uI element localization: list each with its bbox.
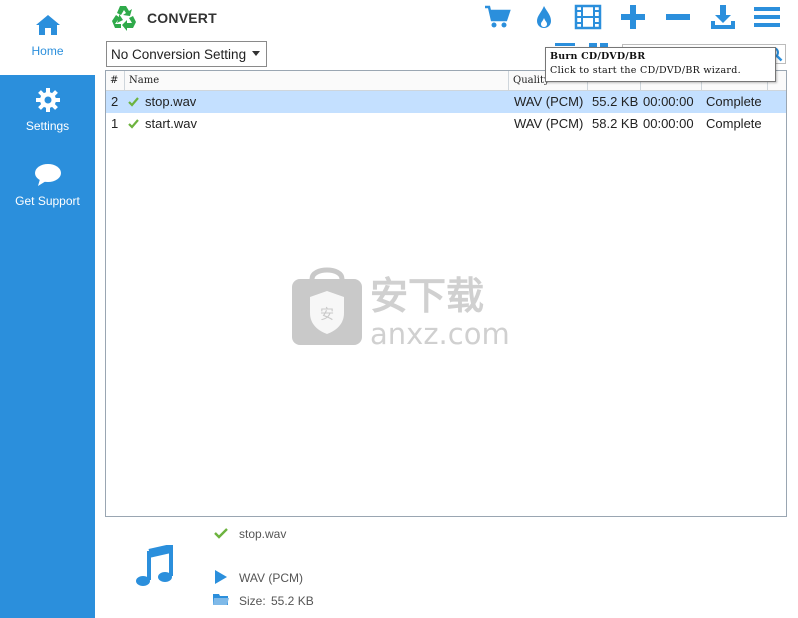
tooltip-text: Click to start the CD/DVD/BR wizard. [550,65,741,76]
burn-tooltip: Burn CD/DVD/BR Click to start the CD/DVD… [545,47,776,82]
tooltip-title: Burn CD/DVD/BR [550,51,646,62]
download-button[interactable] [708,4,738,32]
sidebar-item-get-support[interactable]: Get Support [0,150,95,225]
download-icon [709,3,737,34]
file-name: start.wav [145,116,198,131]
file-quality: WAV (PCM) [514,116,584,131]
detail-size-label: Size: [239,594,266,608]
sidebar-item-label: Home [31,44,64,58]
home-icon [34,12,62,38]
cart-icon [483,4,511,33]
detail-format: WAV (PCM) [239,571,303,585]
film-icon [574,4,602,33]
buy-button[interactable] [482,4,512,32]
file-name: stop.wav [145,94,197,109]
plus-icon [620,4,646,33]
recycle-arrows-icon [109,4,139,35]
watermark-cn-text: 安下载 [370,274,484,318]
hamburger-menu-icon [753,4,781,33]
column-header-name[interactable]: Name [125,71,509,91]
svg-text:安: 安 [320,307,334,323]
file-status: Complete [706,94,762,109]
detail-size-value: 55.2 KB [271,594,314,608]
table-row[interactable]: 2 stop.wav WAV (PCM) 55.2 KB 00:00:00 Co… [106,91,786,113]
detail-filename: stop.wav [239,527,287,541]
play-icon [214,570,228,587]
main-menu-button[interactable] [752,4,782,32]
file-duration: 00:00:00 [643,116,694,131]
check-icon [128,113,139,135]
gear-icon [34,87,62,113]
file-quality: WAV (PCM) [514,94,584,109]
music-note-icon [135,543,175,590]
sidebar-item-home[interactable]: Home [0,0,95,75]
speech-bubble-icon [33,162,63,188]
top-toolbar: CONVERT [95,0,798,38]
check-icon [214,527,228,542]
file-status: Complete [706,116,762,131]
file-details-panel: stop.wav WAV (PCM) Size: 55.2 KB [95,517,798,618]
sidebar-item-settings[interactable]: Settings [0,75,95,150]
minus-icon [665,4,691,33]
video-button[interactable] [573,4,603,32]
burn-button[interactable] [529,4,559,32]
row-number: 1 [111,116,119,131]
chevron-down-icon [252,51,260,56]
sidebar-item-label: Settings [25,119,70,133]
table-row[interactable]: 1 start.wav WAV (PCM) 58.2 KB 00:00:00 C… [106,113,786,135]
conversion-setting-select[interactable]: No Conversion Setting [106,41,267,67]
watermark-url-text: anxz.com [370,317,510,351]
file-size: 58.2 KB [592,116,639,131]
file-size: 55.2 KB [592,94,639,109]
flame-icon [535,4,553,33]
check-icon [128,91,139,113]
column-header-number[interactable]: # [106,71,125,91]
page-title: CONVERT [147,10,217,26]
row-number: 2 [111,94,119,109]
file-duration: 00:00:00 [643,94,694,109]
sidebar-item-label: Get Support [15,194,80,208]
conversion-setting-value: No Conversion Setting [111,46,247,62]
watermark-logo: 安 安下载 anxz.com [290,265,520,355]
add-file-button[interactable] [618,4,648,32]
sidebar: Home Settings Get Support [0,0,95,618]
remove-file-button[interactable] [663,4,693,32]
folder-icon [213,593,229,608]
